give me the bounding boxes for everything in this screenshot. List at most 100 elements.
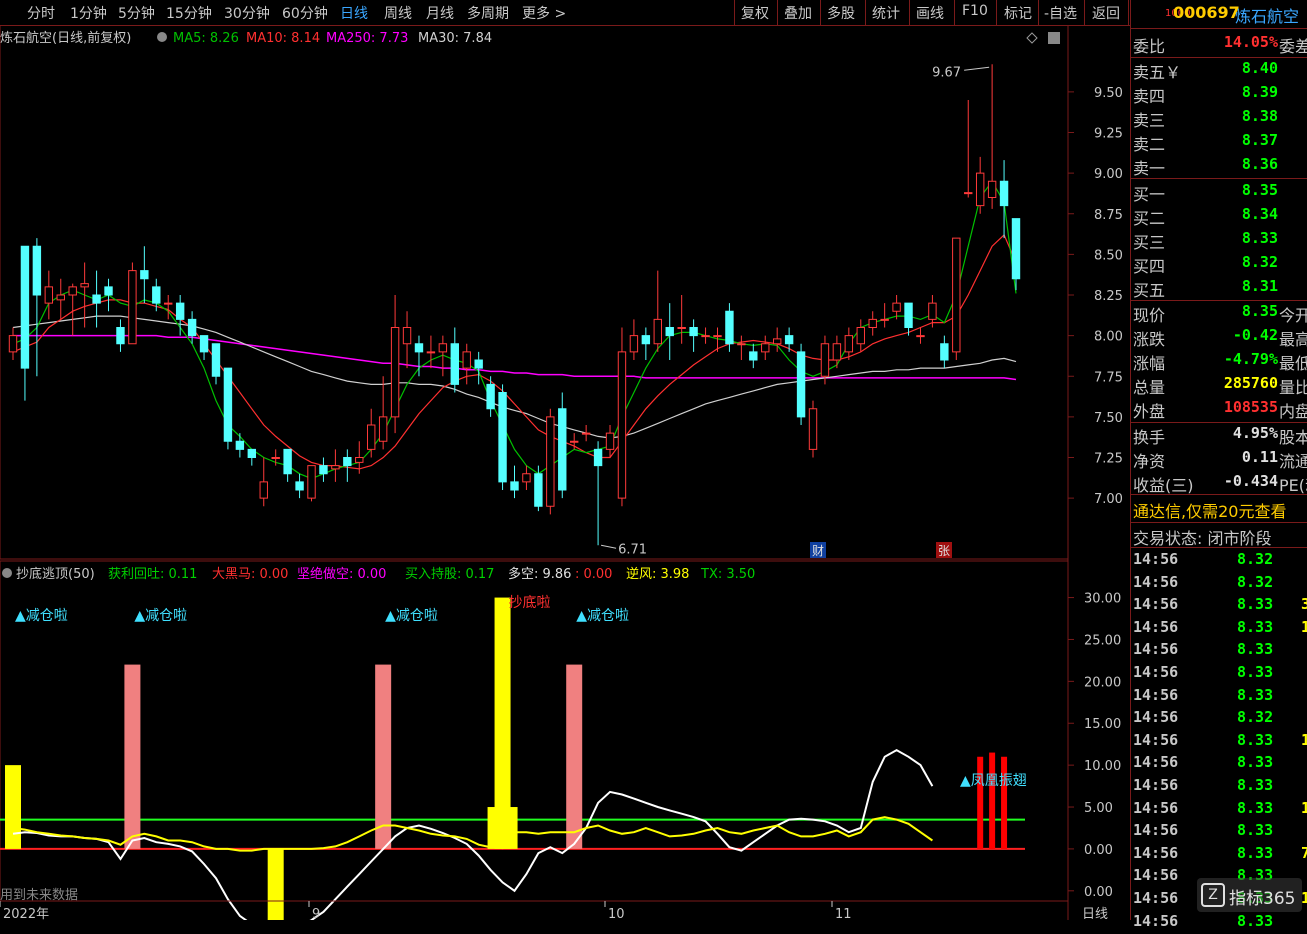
candle-body[interactable] <box>904 302 913 328</box>
candle-body[interactable] <box>247 448 257 458</box>
candle-body[interactable] <box>844 335 854 353</box>
candle-body[interactable] <box>343 457 352 467</box>
candle-body[interactable] <box>92 294 101 304</box>
promo-text[interactable]: 通达信,仅需20元查看 <box>1133 498 1286 522</box>
period-tab-9[interactable]: 多周期 <box>467 3 509 23</box>
candle-body[interactable] <box>605 432 615 450</box>
candle-body[interactable] <box>211 343 221 377</box>
toolbar-button-6[interactable]: 标记 <box>1004 3 1032 23</box>
candle-body[interactable] <box>152 286 161 304</box>
candle-body[interactable] <box>390 327 400 418</box>
candle-body[interactable] <box>713 335 722 338</box>
candle-body[interactable] <box>641 335 651 345</box>
toolbar-button-5[interactable]: F10 <box>962 3 988 19</box>
candle-body[interactable] <box>355 457 364 463</box>
candle-body[interactable] <box>175 302 185 320</box>
candle-body[interactable] <box>164 302 173 305</box>
candle-body[interactable] <box>319 465 328 475</box>
candle-body[interactable] <box>187 318 197 337</box>
stock-name[interactable]: 炼石航空 <box>1235 3 1299 27</box>
candle-body[interactable] <box>414 343 424 353</box>
candle-body[interactable] <box>725 310 734 345</box>
period-tab-8[interactable]: 月线 <box>426 3 454 23</box>
candle-body[interactable] <box>1011 218 1021 280</box>
candle-body[interactable] <box>940 343 949 361</box>
candle-body[interactable] <box>677 327 686 329</box>
candle-body[interactable] <box>510 481 519 491</box>
period-tab-5[interactable]: 60分钟 <box>282 3 328 23</box>
candle-body[interactable] <box>987 180 997 198</box>
candle-body[interactable] <box>68 286 77 296</box>
candle-body[interactable] <box>128 270 137 345</box>
candle-body[interactable] <box>32 245 42 296</box>
candle-body[interactable] <box>761 343 770 353</box>
period-tab-0[interactable]: 分时 <box>27 3 55 23</box>
candle-body[interactable] <box>916 335 925 338</box>
candle-body[interactable] <box>402 327 412 345</box>
candle-body[interactable] <box>522 473 531 483</box>
candle-body[interactable] <box>56 294 65 301</box>
candle-body[interactable] <box>832 343 842 361</box>
candle-body[interactable] <box>367 424 376 450</box>
toolbar-button-3[interactable]: 统计 <box>872 3 900 23</box>
period-tab-10[interactable]: 更多 > <box>522 3 566 23</box>
diamond-icon[interactable] <box>1026 32 1038 44</box>
candle-body[interactable] <box>140 270 149 280</box>
candle-body[interactable] <box>378 416 388 442</box>
candle-body[interactable] <box>295 481 304 491</box>
toolbar-button-8[interactable]: 返回 <box>1092 3 1120 23</box>
candle-body[interactable] <box>796 351 806 418</box>
candle-body[interactable] <box>868 318 877 328</box>
candle-body[interactable] <box>462 351 471 369</box>
candle-body[interactable] <box>331 465 340 470</box>
candle-body[interactable] <box>892 302 901 312</box>
window-toggle-icon[interactable] <box>1048 32 1060 44</box>
candle-body[interactable] <box>438 343 448 353</box>
toolbar-button-1[interactable]: 叠加 <box>784 3 812 23</box>
toolbar-button-2[interactable]: 多股 <box>827 3 855 23</box>
candle-body[interactable] <box>952 237 961 353</box>
period-tab-1[interactable]: 1分钟 <box>70 3 107 23</box>
candle-body[interactable] <box>880 318 889 321</box>
candle-body[interactable] <box>701 335 710 338</box>
toolbar-button-0[interactable]: 复权 <box>741 3 769 23</box>
candle-body[interactable] <box>808 408 818 450</box>
period-tab-2[interactable]: 5分钟 <box>118 3 155 23</box>
candle-body[interactable] <box>104 286 113 296</box>
candle-body[interactable] <box>593 448 603 467</box>
candle-body[interactable] <box>307 465 316 499</box>
candle-body[interactable] <box>784 335 794 345</box>
period-tab-6[interactable]: 日线 <box>340 3 368 23</box>
candle-body[interactable] <box>546 416 555 507</box>
candle-body[interactable] <box>928 302 937 320</box>
candle-body[interactable] <box>271 457 280 459</box>
candle-body[interactable] <box>534 473 543 507</box>
candle-body[interactable] <box>283 448 292 475</box>
candle-body[interactable] <box>581 432 591 435</box>
period-tab-3[interactable]: 15分钟 <box>166 3 212 23</box>
candle-body[interactable] <box>259 481 268 499</box>
candle-body[interactable] <box>772 338 782 345</box>
candle-body[interactable] <box>820 343 830 377</box>
candle-body[interactable] <box>8 335 18 353</box>
candle-body[interactable] <box>856 327 865 345</box>
candle-body[interactable] <box>570 440 579 443</box>
candle-body[interactable] <box>426 351 436 354</box>
stock-code[interactable]: 000697 <box>1173 3 1240 22</box>
candle-body[interactable] <box>629 335 639 353</box>
candle-body[interactable] <box>749 351 758 361</box>
candle-body[interactable] <box>80 283 89 288</box>
period-tab-7[interactable]: 周线 <box>384 3 412 23</box>
candle-body[interactable] <box>44 286 54 304</box>
candle-body[interactable] <box>116 327 125 345</box>
candle-body[interactable] <box>199 335 209 353</box>
candle-body[interactable] <box>975 172 985 207</box>
toolbar-button-4[interactable]: 画线 <box>916 3 944 23</box>
period-tab-4[interactable]: 30分钟 <box>224 3 270 23</box>
candle-body[interactable] <box>20 245 30 369</box>
candle-body[interactable] <box>450 343 459 385</box>
candle-body[interactable] <box>689 327 698 337</box>
candle-body[interactable] <box>737 343 746 346</box>
kline-chart[interactable]: 炼石航空(日线,前复权) MA5: 8.26 MA10: 8.14 MA250: 7.… <box>0 25 1130 920</box>
dropdown-circle-icon[interactable] <box>157 32 167 42</box>
